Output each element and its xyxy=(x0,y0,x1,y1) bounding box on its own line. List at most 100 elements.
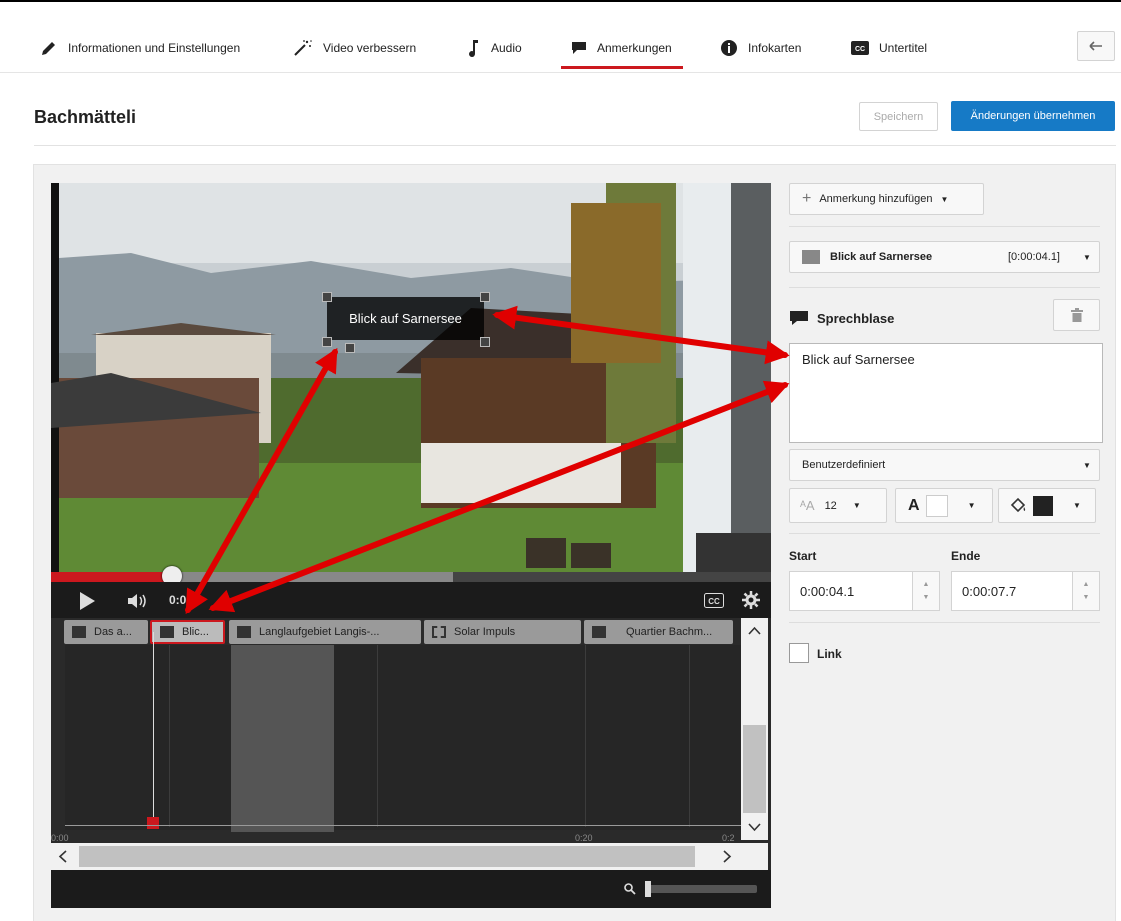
resize-handle[interactable] xyxy=(480,292,490,302)
resize-handle[interactable] xyxy=(322,337,332,347)
end-time-stepper[interactable]: ▲ ▼ xyxy=(1072,571,1100,611)
chevron-down-icon[interactable] xyxy=(748,823,761,832)
progress-played xyxy=(51,572,172,582)
magic-wand-icon xyxy=(294,40,312,56)
speech-bubble-icon xyxy=(572,42,586,54)
note-icon xyxy=(592,626,606,638)
apply-changes-button[interactable]: Änderungen übernehmen xyxy=(951,101,1115,131)
start-time-input[interactable]: 0:00:04.1 xyxy=(789,571,913,611)
divider xyxy=(789,226,1100,227)
timeline-chip[interactable]: Langlaufgebiet Langis-... xyxy=(229,620,421,644)
timeline-ruler xyxy=(65,825,741,826)
info-icon xyxy=(721,40,737,56)
zoom-slider-handle[interactable] xyxy=(645,881,651,897)
annotation-type: Sprechblase xyxy=(789,310,894,326)
tab-audio[interactable]: Audio xyxy=(467,36,522,60)
captions-icon[interactable]: CC xyxy=(704,593,724,608)
stepper-up-icon[interactable]: ▲ xyxy=(923,581,930,588)
search-icon xyxy=(624,883,636,895)
speech-bubble-icon xyxy=(802,250,820,264)
divider xyxy=(789,287,1100,288)
timeline-gridline xyxy=(689,645,690,827)
caret-down-icon: ▼ xyxy=(852,501,861,510)
annotation-speech-bubble[interactable]: Blick auf Sarnersee xyxy=(327,297,484,340)
playhead-marker[interactable] xyxy=(147,817,159,829)
timeline-track xyxy=(65,645,741,830)
playhead-line xyxy=(153,632,154,828)
timeline-chip[interactable]: Das a... xyxy=(64,620,148,644)
tab-label: Informationen und Einstellungen xyxy=(68,41,241,55)
chevron-up-icon[interactable] xyxy=(748,626,761,635)
style-select[interactable]: Benutzerdefiniert ▼ xyxy=(789,449,1100,481)
back-button[interactable] xyxy=(1077,31,1115,61)
timeline-gridline xyxy=(377,645,378,827)
stepper-down-icon[interactable]: ▼ xyxy=(923,594,930,601)
caret-down-icon: ▼ xyxy=(967,501,976,510)
timeline-chip[interactable]: Solar Impuls xyxy=(424,620,581,644)
gear-icon[interactable] xyxy=(741,590,761,610)
pencil-icon xyxy=(42,42,55,55)
tab-annotations[interactable]: Anmerkungen xyxy=(571,36,672,60)
caret-down-icon: ▼ xyxy=(940,194,949,204)
speech-tail-handle[interactable] xyxy=(345,343,355,353)
annotation-selector[interactable]: Blick auf Sarnersee [0:00:04.1] ▼ xyxy=(789,241,1100,273)
annotation-text-input[interactable]: Blick auf Sarnersee xyxy=(789,343,1103,443)
tab-subtitles[interactable]: CC Untertitel xyxy=(851,36,927,60)
page-title: Bachmätteli xyxy=(34,107,137,127)
player-controls: 0:0 / 0 CC xyxy=(51,582,771,618)
background-color-select[interactable]: ▼ xyxy=(998,488,1096,523)
zoom-bar xyxy=(51,870,771,908)
divider xyxy=(789,622,1100,623)
selected-annotation-name: Blick auf Sarnersee xyxy=(830,251,933,263)
tick-label: 0:2 xyxy=(722,833,735,843)
stepper-down-icon[interactable]: ▼ xyxy=(1083,594,1090,601)
link-checkbox[interactable] xyxy=(789,643,809,663)
vertical-scroll-thumb[interactable] xyxy=(743,725,766,813)
annotation-span-block[interactable] xyxy=(231,645,334,832)
play-icon[interactable] xyxy=(78,591,96,611)
tick-label: 0:20 xyxy=(575,833,593,843)
caret-down-icon: ▼ xyxy=(1073,501,1081,510)
music-note-icon xyxy=(469,40,478,58)
volume-icon[interactable] xyxy=(127,592,151,610)
speech-bubble-icon xyxy=(160,626,174,638)
video-scene xyxy=(51,183,771,572)
save-button[interactable]: Speichern xyxy=(859,102,938,131)
timeline-gridline xyxy=(169,645,170,827)
text-color-select[interactable]: A ▼ xyxy=(895,488,993,523)
video-frame[interactable] xyxy=(51,183,771,572)
horizontal-scroll-thumb[interactable] xyxy=(79,846,695,867)
start-time-stepper[interactable]: ▲ ▼ xyxy=(912,571,940,611)
add-annotation-button[interactable]: + Anmerkung hinzufügen ▼ xyxy=(789,183,984,215)
tab-infocards[interactable]: Infokarten xyxy=(720,36,801,60)
resize-handle[interactable] xyxy=(480,337,490,347)
timeline-chip[interactable]: Quartier Bachm... xyxy=(584,620,733,644)
annotation-type-label: Sprechblase xyxy=(817,310,895,326)
resize-handle[interactable] xyxy=(322,292,332,302)
link-label: Link xyxy=(817,647,842,661)
tab-info-settings[interactable]: Informationen und Einstellungen xyxy=(40,36,240,60)
paint-bucket-icon xyxy=(1010,497,1026,512)
tab-bar: Informationen und Einstellungen Video ve… xyxy=(0,12,1121,73)
svg-text:CC: CC xyxy=(708,597,720,606)
stepper-up-icon[interactable]: ▲ xyxy=(1083,581,1090,588)
trash-icon xyxy=(1070,308,1083,322)
text-color-swatch xyxy=(925,494,948,517)
speech-bubble-icon xyxy=(790,311,808,325)
tab-enhance[interactable]: Video verbessern xyxy=(293,36,416,60)
chevron-right-icon[interactable] xyxy=(723,850,732,863)
chip-label: Blic... xyxy=(182,626,209,638)
timeline-gridline xyxy=(585,645,586,827)
caret-down-icon: ▼ xyxy=(1083,460,1091,470)
tab-label: Infokarten xyxy=(748,41,802,55)
chevron-left-icon[interactable] xyxy=(58,850,67,863)
chip-label: Solar Impuls xyxy=(454,626,516,638)
zoom-slider[interactable] xyxy=(645,885,757,893)
font-size-select[interactable]: ᴬA 12 ▼ xyxy=(789,488,887,523)
timeline-chip-selected[interactable]: Blic... xyxy=(150,620,225,644)
delete-button[interactable] xyxy=(1053,299,1100,331)
chip-label: Quartier Bachm... xyxy=(626,626,713,638)
text-color-icon: A xyxy=(908,496,920,514)
end-time-input[interactable]: 0:00:07.7 xyxy=(951,571,1073,611)
start-label: Start xyxy=(789,549,817,563)
